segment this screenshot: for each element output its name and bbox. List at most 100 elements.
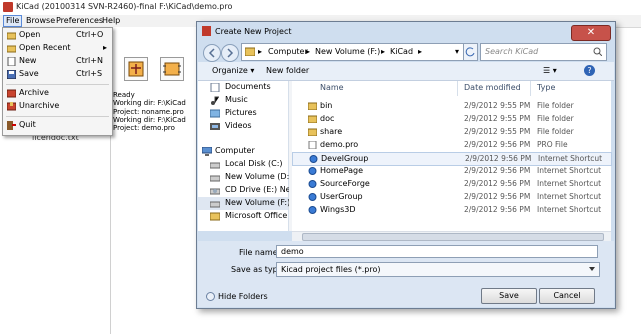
save-type-value: Kicad project files (*.pro) — [281, 265, 381, 274]
file-date: 2/9/2012 9:55 PM — [464, 101, 531, 110]
kicad-title-bar: KiCad (20100314 SVN-R2460)-final F:\KiCa… — [0, 0, 641, 16]
eeschema-button[interactable] — [124, 57, 148, 81]
nav-label: Documents — [225, 82, 271, 91]
quit-icon — [7, 121, 16, 130]
file-row[interactable]: demo.pro 2/9/2012 9:56 PM PRO File — [292, 139, 610, 151]
menu-item-archive[interactable]: Archive — [3, 88, 112, 99]
forward-button[interactable] — [221, 44, 239, 62]
file-row[interactable]: doc 2/9/2012 9:55 PM File folder — [292, 113, 610, 125]
file-type: Internet Shortcut — [537, 166, 602, 175]
menu-file[interactable]: File — [3, 15, 23, 27]
back-button[interactable] — [203, 44, 221, 62]
breadcrumb-volume[interactable]: New Volume (F:) — [315, 47, 380, 56]
file-name: HomePage — [320, 166, 363, 175]
nav-item-documents[interactable]: Documents — [198, 81, 288, 94]
nav-item-computer[interactable]: Computer — [198, 145, 288, 158]
drive-icon — [209, 160, 221, 169]
refresh-button[interactable] — [463, 43, 478, 61]
column-divider[interactable] — [457, 81, 458, 96]
scrollbar-thumb[interactable] — [302, 233, 604, 241]
file-name: SourceForge — [320, 179, 370, 188]
breadcrumb-arrow-icon: ▸ — [258, 47, 263, 56]
dialog-app-icon — [202, 26, 211, 36]
nav-item-cd-drive-e[interactable]: CD Drive (E:) Nee — [198, 184, 296, 197]
create-project-dialog: Create New Project ✕ ▸ Computer ▸ New Vo… — [196, 21, 616, 309]
forward-arrow-icon — [227, 48, 234, 58]
search-input[interactable]: Search KiCad — [480, 43, 607, 61]
shortcut-icon — [308, 180, 317, 188]
nav-label: Microsoft Office — [225, 211, 288, 220]
breadcrumb-computer[interactable]: Computer — [268, 47, 308, 56]
cancel-button[interactable]: Cancel — [539, 288, 595, 304]
menu-browse[interactable]: Browse — [26, 16, 55, 25]
help-icon[interactable]: ? — [584, 65, 595, 76]
menu-help[interactable]: Help — [102, 16, 120, 25]
nav-label: Computer — [215, 146, 255, 155]
nav-item-volume-d[interactable]: New Volume (D:) — [198, 171, 292, 184]
view-options-icon[interactable]: ☰ ▾ — [543, 66, 557, 75]
menu-item-quit[interactable]: Quit — [3, 120, 112, 131]
horizontal-scrollbar[interactable] — [292, 231, 611, 241]
file-name-input[interactable] — [276, 245, 598, 258]
save-type-select[interactable]: Kicad project files (*.pro) — [276, 262, 600, 277]
open-icon — [6, 31, 17, 40]
save-button[interactable]: Save — [481, 288, 537, 304]
close-button[interactable]: ✕ — [571, 25, 611, 41]
menu-item-new[interactable]: New Ctrl+N — [3, 56, 112, 67]
file-row[interactable]: SourceForge 2/9/2012 9:56 PM Internet Sh… — [292, 178, 610, 190]
nav-item-music[interactable]: Music — [198, 94, 288, 107]
menu-item-label: Save — [19, 69, 39, 78]
nav-item-local-disk-c[interactable]: Local Disk (C:) — [198, 158, 288, 171]
nav-label: New Volume (F:) — [225, 198, 291, 207]
file-row[interactable]: bin 2/9/2012 9:55 PM File folder — [292, 100, 610, 112]
navigation-pane: Documents Music Pictures Videos Computer… — [198, 81, 296, 231]
menu-item-save[interactable]: Save Ctrl+S — [3, 69, 112, 80]
nav-item-pictures[interactable]: Pictures — [198, 107, 288, 120]
address-bar[interactable]: ▸ Computer ▸ New Volume (F:) ▸ KiCad ▸ ▾ — [241, 43, 469, 61]
column-header-date[interactable]: Date modified — [464, 83, 521, 92]
nav-item-volume-f[interactable]: New Volume (F:) — [198, 197, 291, 210]
menu-item-label: Unarchive — [19, 101, 60, 110]
menu-item-shortcut: Ctrl+N — [76, 56, 103, 65]
file-date: 2/9/2012 9:56 PM — [464, 192, 531, 201]
file-row[interactable]: UserGroup 2/9/2012 9:56 PM Internet Shor… — [292, 191, 610, 203]
file-row[interactable]: Wings3D 2/9/2012 9:56 PM Internet Shortc… — [292, 204, 610, 216]
file-row[interactable]: share 2/9/2012 9:55 PM File folder — [292, 126, 610, 138]
column-header-name[interactable]: Name — [320, 83, 344, 92]
file-row[interactable]: HomePage 2/9/2012 9:56 PM Internet Short… — [292, 165, 610, 177]
menu-item-label: Quit — [19, 120, 36, 129]
menu-item-shortcut: Ctrl+S — [76, 69, 103, 78]
status-line: Ready — [113, 91, 135, 99]
column-divider[interactable] — [530, 81, 531, 96]
hide-folders-button[interactable]: Hide Folders — [206, 292, 268, 301]
file-name: demo.pro — [320, 140, 359, 149]
folder-icon — [307, 102, 318, 111]
refresh-icon — [465, 47, 475, 57]
drive-icon — [209, 173, 221, 182]
status-line: Working dir: F:\KiCad — [113, 115, 186, 124]
breadcrumb-kicad[interactable]: KiCad — [390, 47, 413, 56]
nav-label: Pictures — [225, 108, 257, 117]
cvpcb-button[interactable] — [160, 57, 184, 81]
file-date: 2/9/2012 9:56 PM — [464, 205, 531, 214]
window-title: KiCad (20100314 SVN-R2460)-final F:\KiCa… — [16, 2, 233, 11]
address-dropdown-icon[interactable]: ▾ — [455, 47, 459, 56]
new-folder-button[interactable]: New folder — [266, 66, 309, 75]
menu-separator — [6, 84, 109, 85]
nav-label: CD Drive (E:) Nee — [225, 185, 296, 194]
menu-item-open[interactable]: Open Ctrl+O — [3, 30, 112, 41]
file-row[interactable]: DevelGroup 2/9/2012 9:56 PM Internet Sho… — [292, 152, 612, 166]
unarchive-icon — [6, 102, 17, 111]
organize-button[interactable]: Organize ▾ — [212, 66, 254, 75]
menu-preferences[interactable]: Preferences — [56, 16, 103, 25]
status-line: Working dir: F:\KiCad — [113, 99, 186, 108]
menu-item-open-recent[interactable]: Open Recent ▸ — [3, 43, 112, 54]
nav-item-microsoft-office[interactable]: Microsoft Office — [198, 210, 288, 223]
component-icon — [163, 62, 181, 76]
nav-label: Music — [225, 95, 248, 104]
menu-item-unarchive[interactable]: Unarchive — [3, 101, 112, 112]
column-header-type[interactable]: Type — [537, 83, 555, 92]
file-icon — [308, 140, 317, 150]
nav-item-videos[interactable]: Videos — [198, 120, 288, 133]
message-panel: Ready Working dir: F:\KiCad Project: non… — [113, 91, 186, 132]
